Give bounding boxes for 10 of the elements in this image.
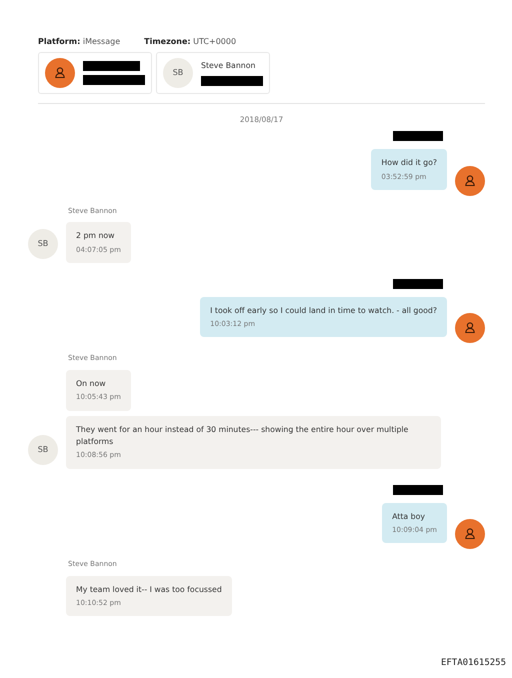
document-id: EFTA01615255 <box>440 656 506 670</box>
avatar-icon <box>455 519 485 550</box>
initials-avatar: SB <box>163 58 193 88</box>
timezone-text: Timezone: UTC+0000 <box>144 36 236 48</box>
avatar-icon <box>455 166 485 196</box>
initials-avatar: SB <box>28 434 58 465</box>
avatar-icon <box>45 58 75 88</box>
platform-text: Platform: iMessage <box>38 36 120 48</box>
avatar-icon <box>455 313 485 344</box>
initials-avatar: SB <box>28 228 58 259</box>
